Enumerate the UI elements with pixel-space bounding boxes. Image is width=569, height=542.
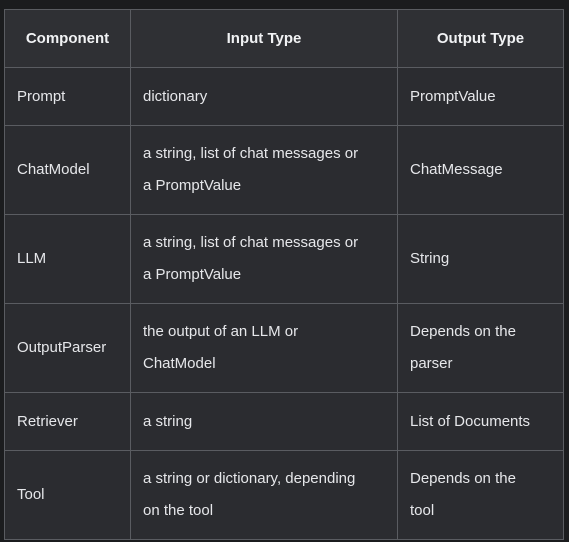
cell-component: Prompt xyxy=(4,67,131,126)
cell-component: Retriever xyxy=(4,392,131,451)
table-row: ChatModel a string, list of chat message… xyxy=(4,125,564,215)
cell-output: Depends on the parser xyxy=(397,303,564,393)
table-row: Prompt dictionary PromptValue xyxy=(4,67,564,126)
cell-input-line: a PromptValue xyxy=(143,177,242,194)
cell-output: String xyxy=(397,214,564,304)
table-row: OutputParser the output of an LLM or Cha… xyxy=(4,303,564,393)
cell-input: a string, list of chat messages or a Pro… xyxy=(130,125,398,215)
cell-input: a string, list of chat messages or a Pro… xyxy=(130,214,398,304)
table-row: Tool a string or dictionary, depending o… xyxy=(4,450,564,540)
cell-input-line: ChatModel xyxy=(143,355,216,372)
component-io-table: Component Input Type Output Type Prompt … xyxy=(4,9,564,540)
cell-input: the output of an LLM or ChatModel xyxy=(130,303,398,393)
cell-output: ChatMessage xyxy=(397,125,564,215)
cell-output: Depends on the tool xyxy=(397,450,564,540)
component-io-table-container: Component Input Type Output Type Prompt … xyxy=(4,9,564,540)
cell-input: a string xyxy=(130,392,398,451)
cell-output-line: Depends on the xyxy=(410,323,516,340)
cell-input: dictionary xyxy=(130,67,398,126)
cell-input-line: a string or dictionary, depending xyxy=(143,470,356,487)
cell-input-line: the output of an LLM or xyxy=(143,323,299,340)
cell-component: ChatModel xyxy=(4,125,131,215)
cell-output: PromptValue xyxy=(397,67,564,126)
cell-input: a string or dictionary, depending on the… xyxy=(130,450,398,540)
cell-output-line: parser xyxy=(410,355,453,372)
header-output-type: Output Type xyxy=(397,9,564,68)
table-row: Retriever a string List of Documents xyxy=(4,392,564,451)
table-header-row: Component Input Type Output Type xyxy=(4,9,564,68)
cell-output-line: Depends on the xyxy=(410,470,516,487)
cell-input-line: a string, list of chat messages or xyxy=(143,234,359,251)
cell-input-line: a string, list of chat messages or xyxy=(143,145,359,162)
cell-input-line: a PromptValue xyxy=(143,266,242,283)
table-row: LLM a string, list of chat messages or a… xyxy=(4,214,564,304)
cell-component: OutputParser xyxy=(4,303,131,393)
cell-component: Tool xyxy=(4,450,131,540)
cell-output-line: tool xyxy=(410,502,435,519)
cell-input-line: on the tool xyxy=(143,502,214,519)
header-input-type: Input Type xyxy=(130,9,398,68)
cell-component: LLM xyxy=(4,214,131,304)
table-body: Prompt dictionary PromptValue ChatModel … xyxy=(4,67,564,540)
table-header: Component Input Type Output Type xyxy=(4,9,564,68)
cell-output: List of Documents xyxy=(397,392,564,451)
header-component: Component xyxy=(4,9,131,68)
